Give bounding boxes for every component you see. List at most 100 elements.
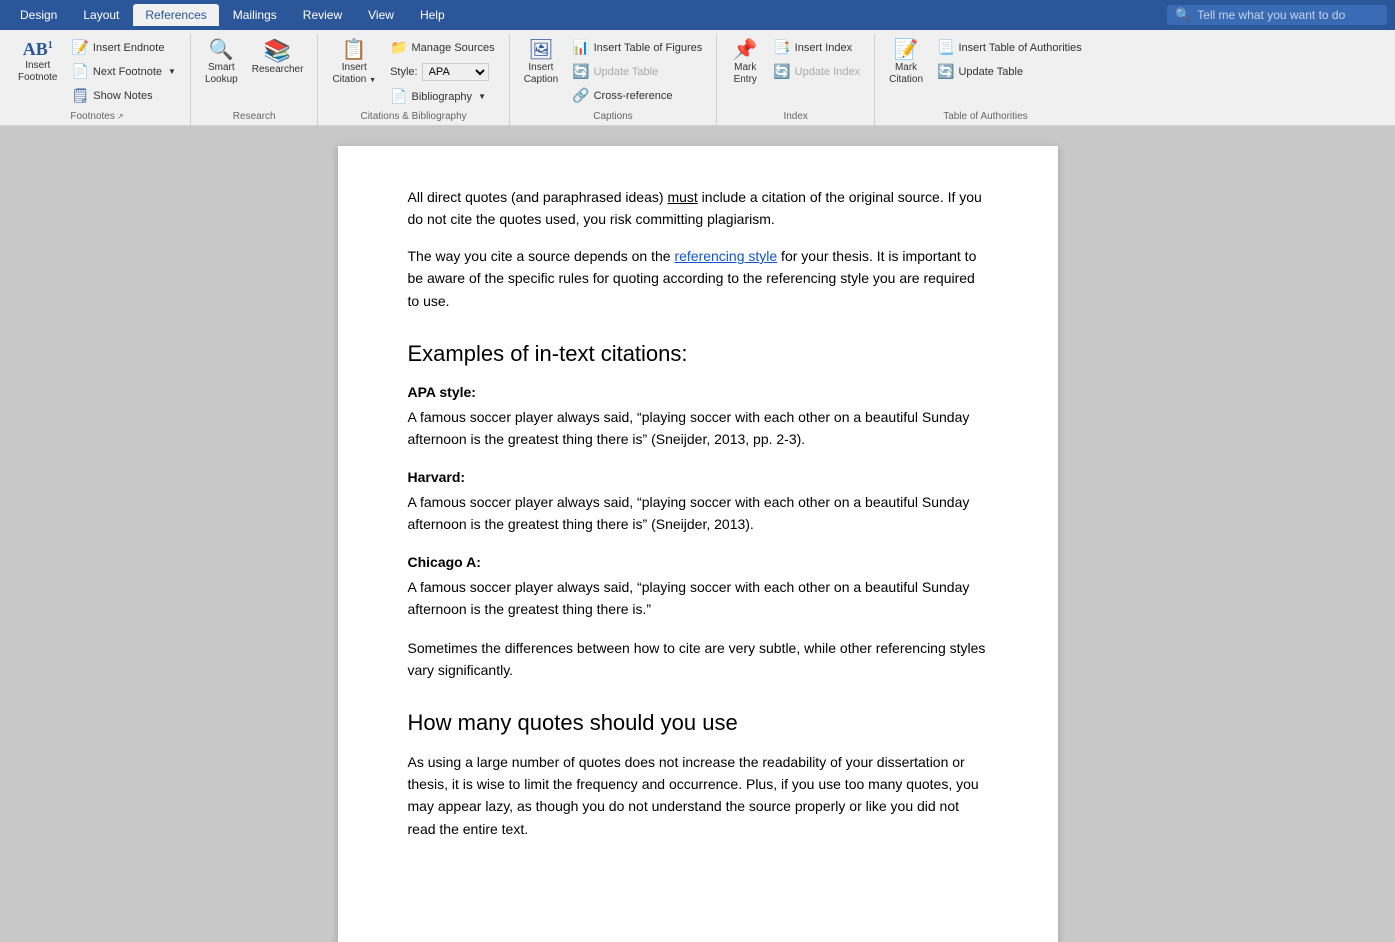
authorities-group-label: Table of Authorities bbox=[883, 108, 1088, 125]
update-table-icon: 🔄 bbox=[572, 63, 589, 80]
chicago-label: Chicago A: bbox=[408, 551, 988, 573]
index-buttons: 📌 MarkEntry 📑 Insert Index 🔄 Update Inde… bbox=[725, 36, 866, 108]
document-page[interactable]: All direct quotes (and paraphrased ideas… bbox=[338, 146, 1058, 942]
referencing-style-link[interactable]: referencing style bbox=[674, 248, 777, 264]
endnote-icon: 📝 bbox=[71, 39, 88, 56]
footnotes-expand-icon[interactable]: ↗ bbox=[117, 112, 124, 121]
insert-caption-icon: 🖼 bbox=[528, 40, 553, 60]
manage-sources-button[interactable]: 📁 Manage Sources bbox=[384, 36, 501, 59]
search-box[interactable]: 🔍 bbox=[1167, 5, 1387, 25]
tab-layout[interactable]: Layout bbox=[71, 4, 131, 26]
citations-small-col: 📁 Manage Sources Style: APA MLA Chicago … bbox=[384, 36, 501, 108]
apa-label: APA style: bbox=[408, 381, 988, 403]
tab-design[interactable]: Design bbox=[8, 4, 69, 26]
show-notes-button[interactable]: 🗒 Show Notes bbox=[65, 84, 181, 107]
tab-review[interactable]: Review bbox=[291, 4, 354, 26]
authorities-small-col: 📃 Insert Table of Authorities 🔄 Update T… bbox=[931, 36, 1088, 83]
document-area: All direct quotes (and paraphrased ideas… bbox=[0, 126, 1395, 942]
update-table-auth-label: Update Table bbox=[958, 66, 1023, 78]
cross-reference-button[interactable]: 🔗 Cross-reference bbox=[566, 84, 708, 107]
ribbon-group-footnotes: AB1 InsertFootnote 📝 Insert Endnote 📄 Ne… bbox=[4, 34, 191, 125]
insert-caption-label: InsertCaption bbox=[524, 62, 558, 86]
researcher-button[interactable]: 📚 Researcher bbox=[246, 36, 310, 80]
tab-help[interactable]: Help bbox=[408, 4, 457, 26]
insert-endnote-button[interactable]: 📝 Insert Endnote bbox=[65, 36, 181, 59]
ribbon-group-index: 📌 MarkEntry 📑 Insert Index 🔄 Update Inde… bbox=[717, 34, 875, 125]
update-table-button[interactable]: 🔄 Update Table bbox=[566, 60, 708, 83]
insert-table-figures-button[interactable]: 📊 Insert Table of Figures bbox=[566, 36, 708, 59]
mark-citation-icon: 📝 bbox=[894, 40, 919, 60]
index-small-col: 📑 Insert Index 🔄 Update Index bbox=[767, 36, 866, 83]
footnotes-small-col: 📝 Insert Endnote 📄 Next Footnote ▼ 🗒 Sho… bbox=[65, 36, 181, 107]
next-footnote-icon: 📄 bbox=[71, 63, 88, 80]
research-label-text: Research bbox=[233, 111, 276, 122]
apa-text: A famous soccer player always said, “pla… bbox=[408, 409, 970, 447]
insert-footnote-label: InsertFootnote bbox=[18, 60, 57, 84]
paragraph-4: As using a large number of quotes does n… bbox=[408, 751, 988, 841]
style-icon: Style: bbox=[390, 66, 418, 78]
index-group-label: Index bbox=[725, 108, 866, 125]
mark-entry-button[interactable]: 📌 MarkEntry bbox=[725, 36, 765, 90]
bibliography-icon: 📄 bbox=[390, 88, 407, 105]
insert-table-figures-label: Insert Table of Figures bbox=[594, 42, 703, 54]
smart-lookup-label: SmartLookup bbox=[205, 62, 238, 86]
captions-label-text: Captions bbox=[593, 111, 632, 122]
ribbon-group-captions: 🖼 InsertCaption 📊 Insert Table of Figure… bbox=[510, 34, 718, 125]
show-notes-label: Show Notes bbox=[93, 90, 152, 102]
insert-caption-button[interactable]: 🖼 InsertCaption bbox=[518, 36, 564, 90]
citations-buttons: 📋 InsertCitation ▼ 📁 Manage Sources Styl… bbox=[326, 36, 500, 108]
style-dropdown[interactable]: APA MLA Chicago Harvard bbox=[422, 63, 489, 81]
authorities-label-text: Table of Authorities bbox=[943, 111, 1028, 122]
tab-mailings[interactable]: Mailings bbox=[221, 4, 289, 26]
insert-table-authorities-button[interactable]: 📃 Insert Table of Authorities bbox=[931, 36, 1088, 59]
smart-lookup-icon: 🔍 bbox=[209, 40, 234, 60]
captions-buttons: 🖼 InsertCaption 📊 Insert Table of Figure… bbox=[518, 36, 709, 108]
heading-quotes: How many quotes should you use bbox=[408, 705, 988, 740]
insert-citation-button[interactable]: 📋 InsertCitation ▼ bbox=[326, 36, 382, 90]
show-notes-icon: 🗒 bbox=[71, 87, 89, 104]
index-label-text: Index bbox=[783, 111, 807, 122]
search-input[interactable] bbox=[1197, 8, 1377, 22]
search-icon: 🔍 bbox=[1175, 7, 1191, 23]
update-table-auth-icon: 🔄 bbox=[937, 63, 954, 80]
tab-view[interactable]: View bbox=[356, 4, 406, 26]
researcher-icon: 📚 bbox=[264, 40, 291, 62]
research-buttons: 🔍 SmartLookup 📚 Researcher bbox=[199, 36, 310, 108]
smart-lookup-button[interactable]: 🔍 SmartLookup bbox=[199, 36, 244, 90]
ribbon: AB1 InsertFootnote 📝 Insert Endnote 📄 Ne… bbox=[0, 30, 1395, 126]
insert-index-button[interactable]: 📑 Insert Index bbox=[767, 36, 866, 59]
update-table-auth-button[interactable]: 🔄 Update Table bbox=[931, 60, 1088, 83]
bibliography-label: Bibliography bbox=[412, 91, 473, 103]
harvard-section: Harvard: A famous soccer player always s… bbox=[408, 466, 988, 535]
ribbon-group-authorities: 📝 MarkCitation 📃 Insert Table of Authori… bbox=[875, 34, 1096, 125]
mark-citation-button[interactable]: 📝 MarkCitation bbox=[883, 36, 929, 90]
next-footnote-button[interactable]: 📄 Next Footnote ▼ bbox=[65, 60, 181, 83]
insert-table-figures-icon: 📊 bbox=[572, 39, 589, 56]
next-footnote-arrow: ▼ bbox=[168, 67, 176, 76]
tab-references[interactable]: References bbox=[133, 4, 218, 26]
footnotes-label-text: Footnotes bbox=[70, 111, 114, 122]
citations-group-label: Citations & Bibliography bbox=[326, 108, 500, 125]
insert-citation-icon: 📋 bbox=[342, 40, 367, 60]
heading-examples: Examples of in-text citations: bbox=[408, 336, 988, 371]
paragraph-2: The way you cite a source depends on the… bbox=[408, 245, 988, 312]
harvard-label: Harvard: bbox=[408, 466, 988, 488]
menu-tabs: Design Layout References Mailings Review… bbox=[8, 4, 457, 26]
mark-entry-label: MarkEntry bbox=[734, 62, 757, 86]
bibliography-button[interactable]: 📄 Bibliography ▼ bbox=[384, 85, 501, 108]
chicago-text: A famous soccer player always said, “pla… bbox=[408, 579, 970, 617]
insert-endnote-label: Insert Endnote bbox=[93, 42, 165, 54]
insert-table-authorities-icon: 📃 bbox=[937, 39, 954, 56]
researcher-label: Researcher bbox=[252, 64, 304, 76]
bibliography-arrow: ▼ bbox=[478, 92, 486, 101]
next-footnote-label: Next Footnote bbox=[93, 66, 162, 78]
ribbon-group-citations: 📋 InsertCitation ▼ 📁 Manage Sources Styl… bbox=[318, 34, 509, 125]
style-select-row: Style: APA MLA Chicago Harvard bbox=[384, 60, 501, 84]
mark-citation-label: MarkCitation bbox=[889, 62, 923, 86]
insert-footnote-button[interactable]: AB1 InsertFootnote bbox=[12, 36, 63, 88]
captions-small-col: 📊 Insert Table of Figures 🔄 Update Table… bbox=[566, 36, 708, 107]
update-index-button[interactable]: 🔄 Update Index bbox=[767, 60, 866, 83]
citations-label-text: Citations & Bibliography bbox=[360, 111, 466, 122]
footnote-icon: AB1 bbox=[23, 40, 53, 58]
insert-index-icon: 📑 bbox=[773, 39, 790, 56]
